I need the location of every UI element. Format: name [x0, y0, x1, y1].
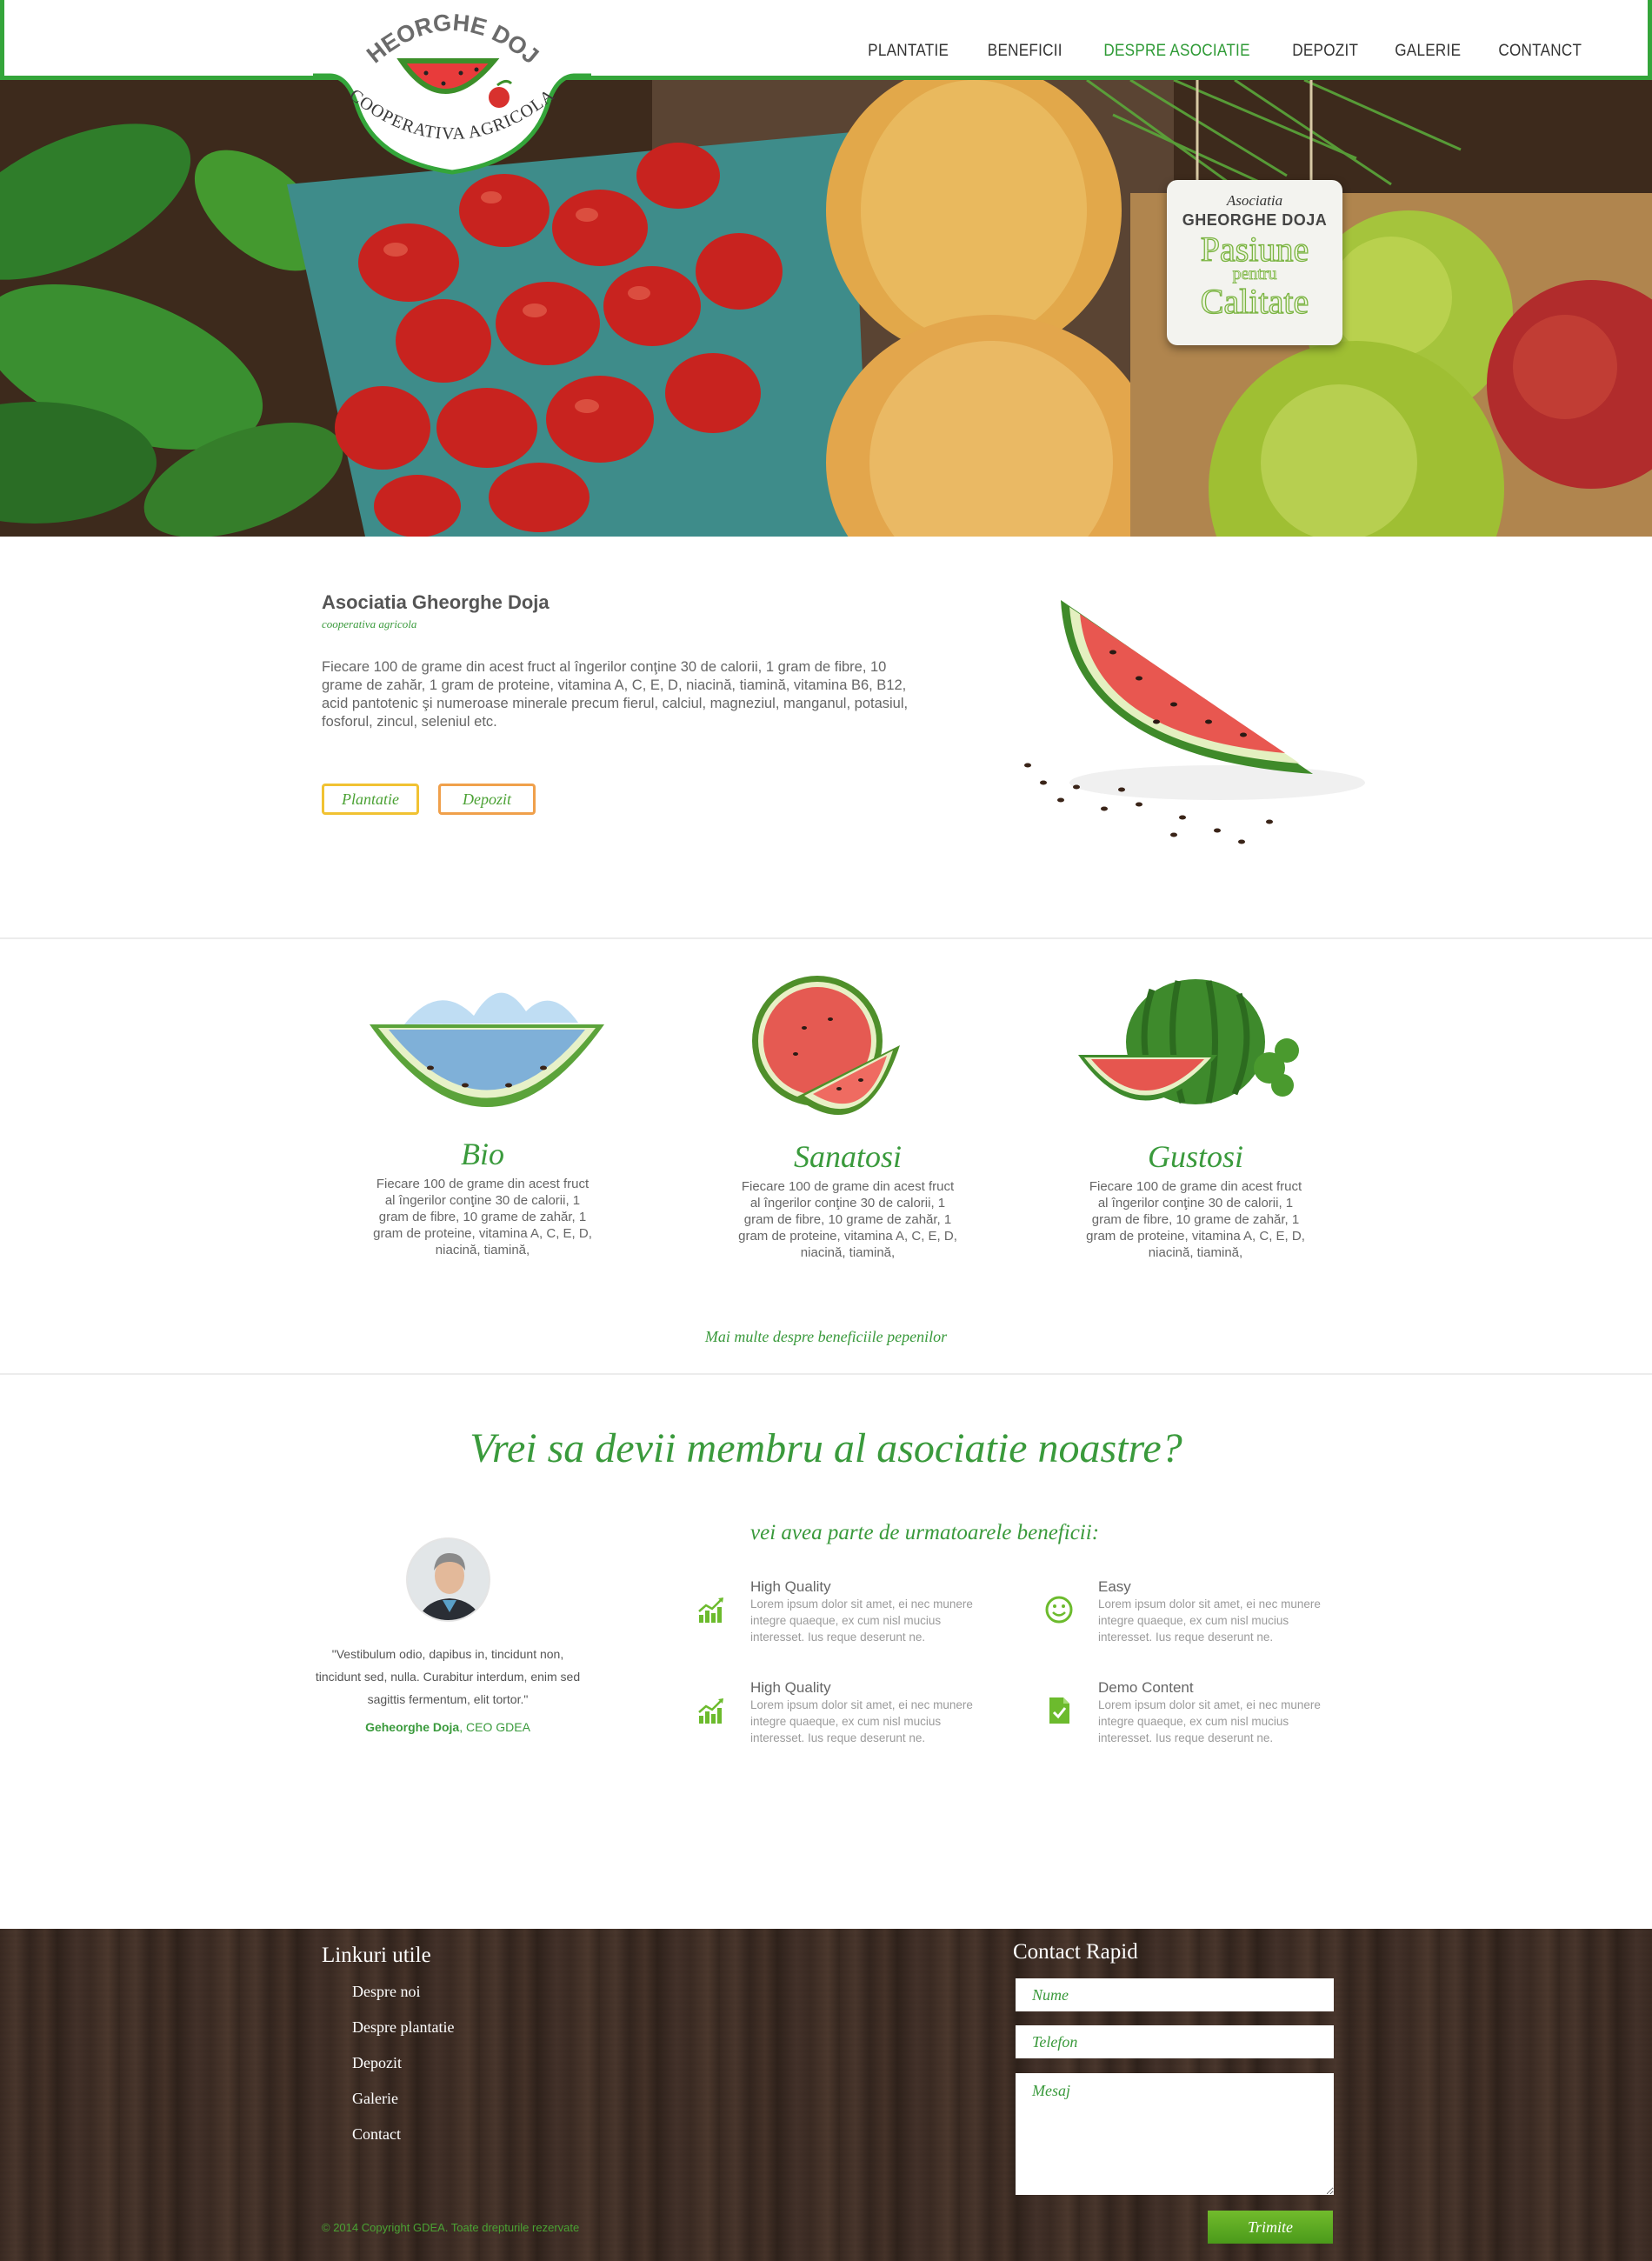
- section-divider: [0, 937, 1652, 939]
- benefit-title: Bio: [461, 1137, 504, 1171]
- footer-link-depozit[interactable]: Depozit: [352, 2054, 454, 2090]
- smiley-icon: [1045, 1596, 1073, 1624]
- feature-title: Demo Content: [1098, 1679, 1194, 1696]
- watermelon-slice-image: [1009, 583, 1374, 861]
- tag-line-name: GHEORGHE DOJA: [1182, 211, 1328, 229]
- chart-icon: [698, 1698, 723, 1724]
- plantatie-button[interactable]: Plantatie: [322, 784, 419, 815]
- footer-link-despre-plantatie[interactable]: Despre plantatie: [352, 2018, 454, 2054]
- intro-title: Asociatia Gheorghe Doja: [322, 591, 550, 613]
- footer-link-despre-noi[interactable]: Despre noi: [352, 1983, 454, 2018]
- footer-link-contact[interactable]: Contact: [352, 2125, 454, 2161]
- intro-text: Fiecare 100 de grame din acest fruct al …: [322, 659, 909, 730]
- sanatosi-watermelon-image: [743, 967, 917, 1132]
- hero-produce-image: [0, 80, 1652, 537]
- benefit-title: Gustosi: [1147, 1139, 1244, 1174]
- benefit-bio: Bio Fiecare 100 de grame din acest fruct…: [352, 1136, 613, 1258]
- member-subtitle: vei avea parte de urmatoarele beneficii:: [750, 1521, 1100, 1544]
- document-check-icon: [1049, 1697, 1069, 1724]
- logo[interactable]: GHEORGHE DOJA COOPERATIVA AGRICOLA: [303, 0, 596, 178]
- chart-icon: [698, 1597, 723, 1623]
- testimonial-quote: "Vestibulum odio, dapibus in, tincidunt …: [315, 1647, 581, 1706]
- name-field[interactable]: [1016, 1978, 1334, 2011]
- nav-depozit[interactable]: DEPOZIT: [1292, 42, 1358, 61]
- section-divider: [0, 1373, 1652, 1375]
- benefit-title: Sanatosi: [793, 1139, 902, 1174]
- footer-links: Despre noi Despre plantatie Depozit Gale…: [352, 1983, 454, 2161]
- tag-line-pentru: pentru: [1232, 264, 1277, 283]
- header-bar: PLANTATIE BENEFICII DESPRE ASOCIATIE DEP…: [0, 0, 1652, 80]
- nav-contact[interactable]: CONTANCT: [1499, 42, 1582, 61]
- nav-plantatie[interactable]: PLANTATIE: [869, 42, 949, 61]
- feature-item: Demo Content Lorem ipsum dolor sit amet,…: [1049, 1679, 1359, 1746]
- feature-text: Lorem ipsum dolor sit amet, ei nec muner…: [750, 1698, 973, 1744]
- more-benefits-link[interactable]: Mai multe despre beneficiile pepenilor: [0, 1328, 1652, 1346]
- feature-text: Lorem ipsum dolor sit amet, ei nec muner…: [1098, 1698, 1321, 1744]
- benefit-text: Fiecare 100 de grame din acest fruct al …: [373, 1177, 592, 1257]
- nav-despre-asociatie[interactable]: DESPRE ASOCIATIE: [1104, 42, 1250, 61]
- author-name: Geheorghe Doja: [365, 1720, 460, 1734]
- feature-title: Easy: [1098, 1578, 1131, 1595]
- feature-item: High Quality Lorem ipsum dolor sit amet,…: [698, 1578, 1011, 1645]
- contact-title: Contact Rapid: [1013, 1940, 1138, 1964]
- feature-item: Easy Lorem ipsum dolor sit amet, ei nec …: [1045, 1578, 1359, 1645]
- copyright: © 2014 Copyright GDEA. Toate drepturile …: [322, 2221, 580, 2234]
- nav-beneficii[interactable]: BENEFICII: [988, 42, 1062, 61]
- hero-banner: [0, 80, 1652, 537]
- benefit-gustosi: Gustosi Fiecare 100 de grame din acest f…: [1065, 1138, 1326, 1261]
- intro-subtitle: cooperativa agricola: [322, 617, 417, 630]
- author-role: , CEO GDEA: [459, 1720, 530, 1734]
- hero-tag-card: Asociatia GHEORGHE DOJA Pasiune pentru C…: [1167, 180, 1342, 345]
- footer-link-galerie[interactable]: Galerie: [352, 2090, 454, 2125]
- feature-title: High Quality: [750, 1679, 831, 1696]
- nav-galerie[interactable]: GALERIE: [1395, 42, 1461, 61]
- feature-item: High Quality Lorem ipsum dolor sit amet,…: [698, 1679, 1011, 1746]
- feature-title: High Quality: [750, 1578, 831, 1595]
- testimonial-author: Geheorghe Doja, CEO GDEA: [313, 1720, 583, 1734]
- feature-text: Lorem ipsum dolor sit amet, ei nec muner…: [750, 1597, 973, 1644]
- avatar: [406, 1537, 490, 1622]
- feature-text: Lorem ipsum dolor sit amet, ei nec muner…: [1098, 1597, 1321, 1644]
- tag-line-asociatia: Asociatia: [1226, 192, 1283, 209]
- depozit-button[interactable]: Depozit: [438, 784, 536, 815]
- tag-line-calitate: Calitate: [1200, 282, 1309, 321]
- main-nav: PLANTATIE BENEFICII DESPRE ASOCIATIE DEP…: [834, 42, 1587, 61]
- benefit-text: Fiecare 100 de grame din acest fruct al …: [1086, 1179, 1305, 1260]
- benefit-text: Fiecare 100 de grame din acest fruct al …: [738, 1179, 957, 1260]
- footer-links-title: Linkuri utile: [322, 1944, 431, 1967]
- submit-button[interactable]: Trimite: [1208, 2211, 1333, 2244]
- logo-badge-icon: GHEORGHE DOJA COOPERATIVA AGRICOLA: [303, 0, 596, 175]
- member-title: Vrei sa devii membru al asociatie noastr…: [470, 1425, 1182, 1471]
- message-field[interactable]: [1016, 2073, 1334, 2195]
- benefit-sanatosi: Sanatosi Fiecare 100 de grame din acest …: [717, 1138, 978, 1261]
- bio-watermelon-image: [335, 972, 639, 1146]
- phone-field[interactable]: [1016, 2025, 1334, 2058]
- gustosi-watermelon-image: [1074, 972, 1309, 1137]
- tag-line-pasiune: Pasiune: [1200, 230, 1309, 269]
- footer: [0, 1929, 1652, 2261]
